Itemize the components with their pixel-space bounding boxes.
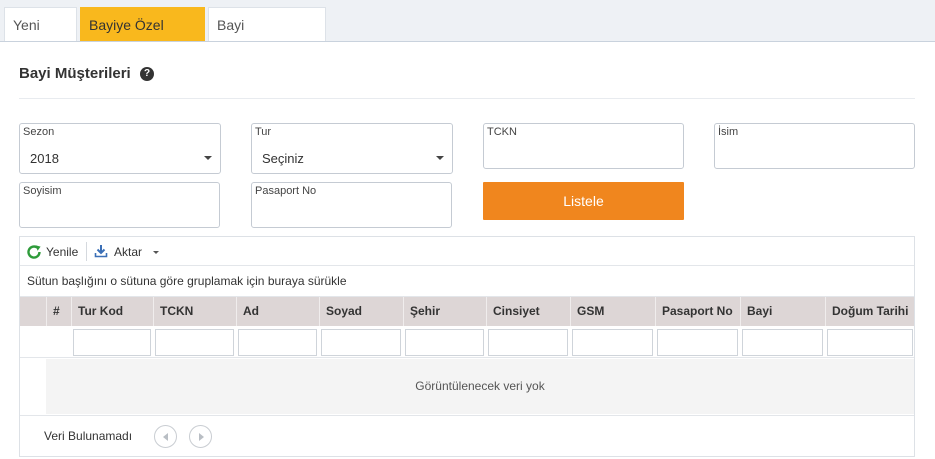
chevron-down-icon: [153, 251, 160, 255]
tckn-field[interactable]: TCKN: [483, 123, 684, 169]
column-header-index[interactable]: #: [46, 297, 71, 326]
chevron-down-icon: [436, 156, 444, 160]
column-header-dogum-tarihi[interactable]: Doğum Tarihi: [825, 297, 914, 326]
column-header-tur-kod[interactable]: Tur Kod: [71, 297, 153, 326]
filter-input-tur-kod[interactable]: [73, 329, 151, 356]
grid-filter-row: [20, 326, 914, 358]
filter-input-gsm[interactable]: [572, 329, 653, 356]
pager-prev-button[interactable]: [154, 425, 177, 448]
sezon-label: Sezon: [23, 126, 55, 138]
isim-field[interactable]: İsim: [714, 123, 915, 169]
soyisim-field[interactable]: Soyisim: [19, 182, 220, 228]
export-label: Aktar: [114, 245, 143, 259]
title-divider: [19, 98, 915, 99]
chevron-down-icon: [204, 156, 212, 160]
pager-next-button[interactable]: [189, 425, 212, 448]
tckn-label: TCKN: [487, 126, 517, 138]
column-header-sehir[interactable]: Şehir: [403, 297, 486, 326]
column-header-tckn[interactable]: TCKN: [153, 297, 236, 326]
download-icon: [94, 245, 108, 258]
sezon-value: 2018: [30, 151, 59, 166]
group-panel[interactable]: Sütun başlığını o sütuna göre gruplamak …: [20, 266, 914, 297]
refresh-button[interactable]: Yenile: [26, 243, 78, 261]
tab-bayiye-ozel-takip[interactable]: Bayiye Özel Takip: [80, 7, 205, 67]
tab-yeni-bayi[interactable]: Yeni Bayi: [4, 7, 77, 67]
column-header-pasaport-no[interactable]: Pasaport No: [655, 297, 740, 326]
column-header-cinsiyet[interactable]: Cinsiyet: [486, 297, 570, 326]
grid-body: Görüntülenecek veri yok: [20, 359, 914, 414]
page-title: Bayi Müşterileri: [19, 65, 131, 82]
isim-label: İsim: [718, 126, 739, 138]
refresh-label: Yenile: [46, 245, 79, 259]
question-circle-icon[interactable]: ?: [140, 67, 154, 81]
column-header-bayi[interactable]: Bayi: [740, 297, 825, 326]
tab-bayi-performans[interactable]: Bayi Performans: [208, 7, 326, 67]
filter-input-sehir[interactable]: [405, 329, 484, 356]
tur-select[interactable]: Tur Seçiniz: [251, 123, 453, 174]
pasaport-no-field[interactable]: Pasaport No: [251, 182, 452, 228]
filter-input-dogum-tarihi[interactable]: [827, 329, 913, 356]
pasaport-no-label: Pasaport No: [255, 185, 317, 197]
pager-info: Veri Bulunamadı: [44, 429, 133, 443]
data-grid: Yenile Aktar Sütun başlığını o sütuna gö…: [19, 236, 915, 457]
filter-input-cinsiyet[interactable]: [488, 329, 568, 356]
toolbar-separator: [86, 242, 87, 261]
column-header-gsm[interactable]: GSM: [570, 297, 655, 326]
filter-input-ad[interactable]: [238, 329, 317, 356]
soyisim-label: Soyisim: [23, 185, 62, 197]
filter-input-bayi[interactable]: [742, 329, 823, 356]
tab-bar: Yeni Bayi Bayiye Özel Takip Bayi Perform…: [0, 0, 935, 67]
filter-input-tckn[interactable]: [155, 329, 234, 356]
grid-pager: Veri Bulunamadı: [20, 415, 914, 456]
export-button[interactable]: Aktar: [94, 243, 160, 261]
sezon-select[interactable]: Sezon 2018: [19, 123, 221, 174]
filter-input-soyad[interactable]: [321, 329, 401, 356]
chevron-right-icon: [199, 433, 204, 441]
no-data-message: Görüntülenecek veri yok: [415, 379, 545, 393]
grid-toolbar: Yenile Aktar: [20, 237, 914, 266]
column-header-ad[interactable]: Ad: [236, 297, 319, 326]
tur-value: Seçiniz: [262, 151, 304, 166]
column-header-soyad[interactable]: Soyad: [319, 297, 403, 326]
chevron-left-icon: [163, 433, 168, 441]
tur-label: Tur: [255, 126, 272, 138]
listele-button[interactable]: Listele: [483, 182, 684, 220]
grid-header-row: # Tur Kod TCKN Ad Soyad Şehir Cinsiyet G…: [20, 297, 914, 326]
filter-input-pasaport-no[interactable]: [657, 329, 738, 356]
main-panel: Bayi Müşterileri ? Sezon 2018 Tur Seçini…: [0, 42, 935, 459]
refresh-icon: [27, 245, 41, 259]
grid-row-gutter: [20, 359, 46, 414]
